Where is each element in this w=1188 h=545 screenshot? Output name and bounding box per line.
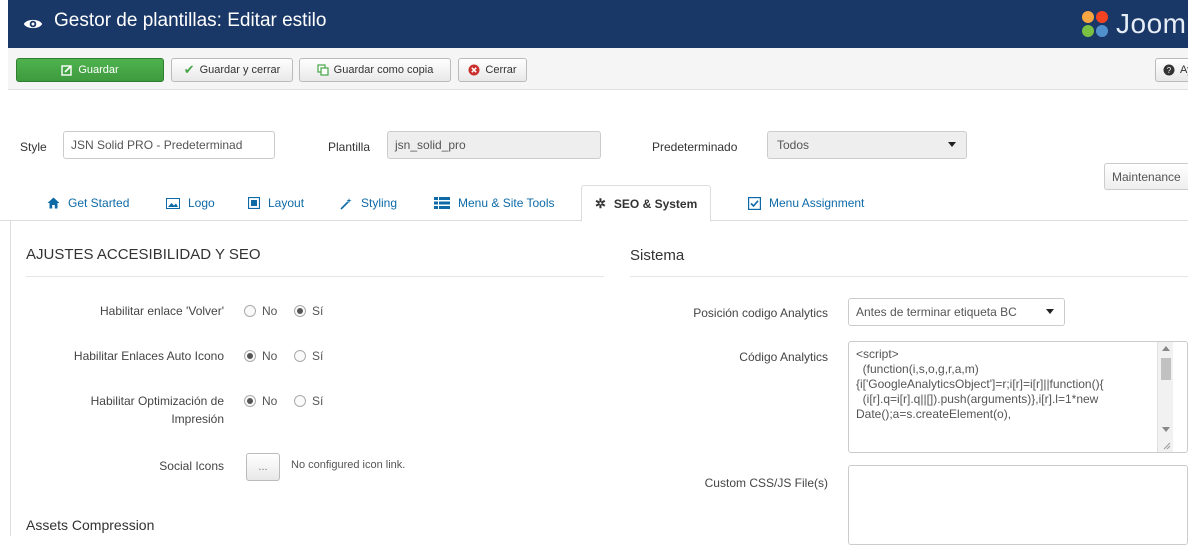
toolbar: Guardar ✔ Guardar y cerrar Guardar como … xyxy=(8,48,1188,90)
edit-icon xyxy=(61,64,73,76)
save-and-close-button[interactable]: ✔ Guardar y cerrar xyxy=(171,58,293,82)
radio-icon xyxy=(294,350,306,362)
radio-selected-icon xyxy=(244,395,256,407)
svg-text:?: ? xyxy=(1167,66,1172,75)
template-input[interactable]: jsn_solid_pro xyxy=(387,131,601,159)
check-icon: ✔ xyxy=(183,62,195,77)
question-icon: ? xyxy=(1163,64,1175,76)
radio-selected-icon xyxy=(294,305,306,317)
header-bar: Gestor de plantillas: Editar estilo Joom xyxy=(8,0,1188,48)
picture-icon xyxy=(166,197,180,209)
auto-icon-links-label: Habilitar Enlaces Auto Icono xyxy=(73,349,224,363)
code-line: (i[r].q=i[r].q||[]).push(arguments)},i[r… xyxy=(856,392,1099,406)
checkbox-icon xyxy=(748,196,761,210)
print-optimization-no-radio[interactable]: No xyxy=(244,394,277,408)
tab-logo[interactable]: Logo xyxy=(153,185,228,221)
divider xyxy=(630,276,1188,277)
tab-bar: Get Started Logo Layout Styling Menu & S… xyxy=(0,185,1188,222)
custom-files-textarea[interactable] xyxy=(848,465,1188,545)
save-as-copy-button[interactable]: Guardar como copia xyxy=(299,58,451,82)
code-line: <script> xyxy=(856,347,899,361)
code-line: (function(i,s,o,g,r,a,m) xyxy=(856,362,979,376)
tab-seo-system[interactable]: ✲ SEO & System xyxy=(581,185,712,222)
template-label: Plantilla xyxy=(328,140,371,154)
help-button[interactable]: ? Ayuda xyxy=(1155,58,1188,82)
custom-files-label: Custom CSS/JS File(s) xyxy=(704,476,828,490)
scroll-down-icon xyxy=(1162,427,1170,432)
analytics-position-select[interactable]: Antes de terminar etiqueta BC xyxy=(848,298,1065,326)
default-label: Predeterminado xyxy=(652,140,738,154)
tab-layout[interactable]: Layout xyxy=(235,185,317,221)
scroll-up-icon xyxy=(1162,346,1170,351)
analytics-position-label: Posición codigo Analytics xyxy=(693,306,828,320)
joomla-logo-icon xyxy=(1082,11,1108,37)
brand-text: Joom xyxy=(1116,8,1187,39)
scrollbar-thumb[interactable] xyxy=(1161,358,1171,380)
default-select[interactable]: Todos xyxy=(767,131,967,159)
divider xyxy=(26,276,604,277)
radio-icon xyxy=(294,395,306,407)
social-icons-config-button[interactable]: ... xyxy=(246,453,280,481)
close-button[interactable]: Cerrar xyxy=(458,58,527,82)
eye-icon xyxy=(23,19,43,29)
social-icons-status: No configured icon link. xyxy=(291,459,406,471)
chevron-down-icon xyxy=(948,142,956,147)
radio-icon xyxy=(244,305,256,317)
tab-menu-site-tools[interactable]: Menu & Site Tools xyxy=(421,185,568,221)
back-link-yes-radio[interactable]: Sí xyxy=(294,304,323,318)
joomla-logo: Joom xyxy=(1078,6,1186,42)
textarea-scrollbar[interactable] xyxy=(1157,342,1173,452)
copy-icon xyxy=(317,64,329,76)
gear-icon: ✲ xyxy=(595,195,606,211)
tab-menu-assignment[interactable]: Menu Assignment xyxy=(735,185,877,221)
section-title-system: Sistema xyxy=(630,247,685,264)
page-title: Gestor de plantillas: Editar estilo xyxy=(54,10,327,31)
save-button[interactable]: Guardar xyxy=(16,58,164,82)
print-optimization-yes-radio[interactable]: Sí xyxy=(294,394,323,408)
radio-selected-icon xyxy=(244,350,256,362)
back-link-label: Habilitar enlace 'Volver' xyxy=(100,304,224,318)
layout-icon xyxy=(248,197,260,209)
tab-styling[interactable]: Styling xyxy=(327,185,410,221)
chevron-down-icon xyxy=(1046,309,1054,314)
section-title-assets-compression: Assets Compression xyxy=(26,517,155,533)
list-icon xyxy=(434,197,450,209)
style-label: Style xyxy=(20,140,47,154)
resize-grip-icon[interactable] xyxy=(1162,441,1171,450)
social-icons-label: Social Icons xyxy=(159,459,224,473)
code-line: {i['GoogleAnalyticsObject']=r;i[r]=i[r]|… xyxy=(856,377,1104,391)
print-optimization-label: Habilitar Optimización de Impresión xyxy=(90,394,224,426)
auto-icon-links-yes-radio[interactable]: Sí xyxy=(294,349,323,363)
close-circle-icon xyxy=(468,64,480,76)
magic-wand-icon xyxy=(340,197,353,210)
style-name-input[interactable]: JSN Solid PRO - Predeterminad xyxy=(63,131,275,159)
analytics-code-label: Código Analytics xyxy=(739,350,828,364)
tab-get-started[interactable]: Get Started xyxy=(34,185,142,221)
back-link-no-radio[interactable]: No xyxy=(244,304,277,318)
code-line: Date();a=s.createElement(o), xyxy=(856,407,1012,421)
section-title-accessibility-seo: AJUSTES ACCESIBILIDAD Y SEO xyxy=(26,246,261,263)
analytics-code-textarea[interactable]: <script> (function(i,s,o,g,r,a,m) {i['Go… xyxy=(848,341,1188,453)
home-icon xyxy=(47,197,60,209)
auto-icon-links-no-radio[interactable]: No xyxy=(244,349,277,363)
